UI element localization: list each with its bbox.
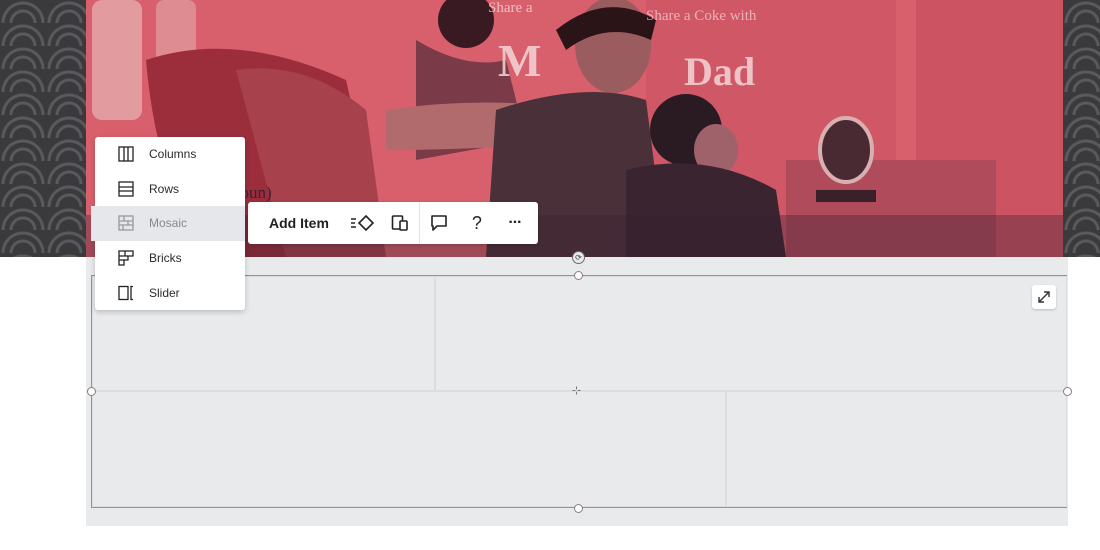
hero-text-m: M: [498, 35, 542, 86]
gallery-cell[interactable]: [92, 391, 726, 507]
bricks-icon: [115, 250, 137, 266]
layout-option-label: Mosaic: [149, 216, 188, 231]
comment-button[interactable]: [420, 202, 458, 244]
center-move-icon[interactable]: ⊹: [572, 384, 581, 397]
layout-option-mosaic[interactable]: Mosaic: [91, 206, 245, 241]
more-actions-button[interactable]: ···: [496, 202, 534, 244]
hero-text-share: Share a: [488, 0, 533, 16]
rotate-handle[interactable]: ⟳: [572, 251, 585, 264]
layout-dropdown-menu: Columns Rows Mosaic Bricks Slider: [91, 137, 245, 310]
more-icon: ···: [508, 214, 522, 231]
columns-icon: [115, 146, 137, 162]
device-view-icon: [391, 215, 408, 231]
layout-switch-icon: [350, 214, 374, 232]
layout-option-columns[interactable]: Columns: [95, 137, 245, 172]
resize-handle-right[interactable]: [1063, 387, 1072, 396]
background-pattern-right: [1063, 0, 1100, 257]
comment-icon: [431, 215, 447, 231]
hero-text-dad: Dad: [684, 49, 756, 94]
device-view-button[interactable]: [381, 202, 419, 244]
layout-option-rows[interactable]: Rows: [95, 172, 245, 207]
gallery-toolbar: Add Item ? ···: [248, 202, 538, 244]
layout-option-label: Bricks: [149, 251, 182, 266]
gallery-cell[interactable]: [435, 276, 1067, 391]
help-button[interactable]: ?: [458, 202, 496, 244]
expand-button[interactable]: [1032, 285, 1056, 309]
layout-option-bricks[interactable]: Bricks: [95, 241, 245, 276]
layout-option-label: Columns: [149, 147, 197, 162]
layout-option-label: Slider: [149, 285, 180, 300]
resize-handle-bottom[interactable]: [574, 504, 583, 513]
layout-switch-button[interactable]: [343, 202, 381, 244]
mosaic-icon: [115, 215, 137, 232]
add-item-button[interactable]: Add Item: [248, 202, 343, 244]
slider-icon: [115, 285, 137, 301]
help-icon: ?: [471, 212, 482, 233]
layout-option-slider[interactable]: Slider: [95, 275, 245, 310]
background-pattern-left: [0, 0, 86, 257]
resize-handle-top[interactable]: [574, 271, 583, 280]
rows-icon: [115, 181, 137, 197]
expand-icon: [1038, 291, 1050, 303]
layout-option-label: Rows: [149, 181, 180, 196]
resize-handle-left[interactable]: [87, 387, 96, 396]
gallery-cell[interactable]: [726, 391, 1067, 507]
hero-text-share-coke: Share a Coke with: [646, 8, 757, 24]
